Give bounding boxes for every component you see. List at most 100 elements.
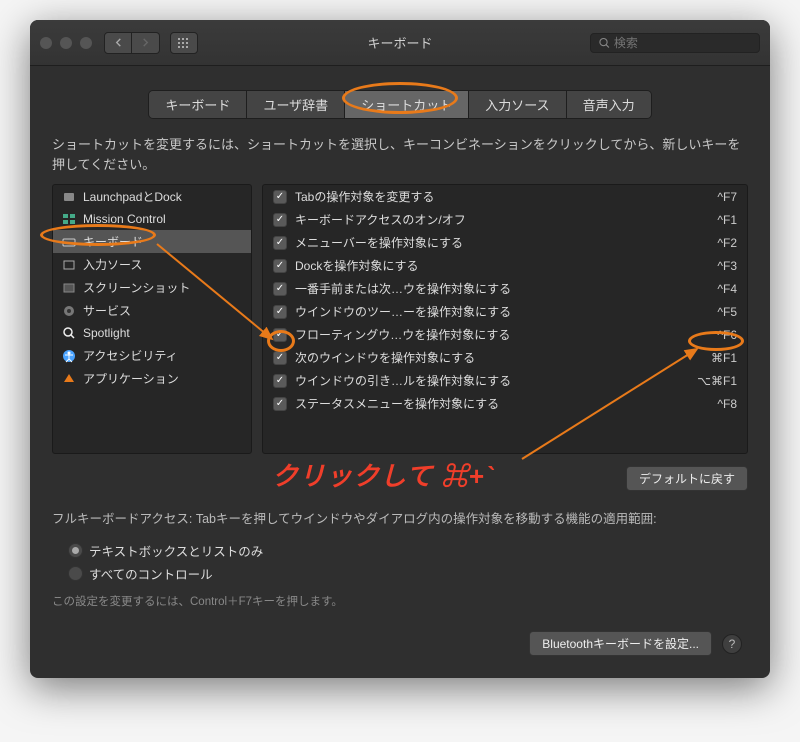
category-5[interactable]: サービス — [53, 299, 251, 322]
checkbox[interactable]: ✓ — [273, 236, 287, 250]
forward-button[interactable] — [132, 32, 160, 54]
category-0[interactable]: LaunchpadとDock — [53, 185, 251, 208]
shortcut-list[interactable]: ✓Tabの操作対象を変更する^F7✓キーボードアクセスのオン/オフ^F1✓メニュ… — [262, 184, 748, 454]
category-label: アクセシビリティ — [83, 347, 178, 364]
input-icon — [61, 257, 77, 273]
shortcut-key[interactable]: ^F6 — [687, 328, 737, 342]
tab-3[interactable]: 入力ソース — [469, 91, 566, 118]
category-1[interactable]: Mission Control — [53, 208, 251, 230]
shortcut-key[interactable]: ^F1 — [687, 213, 737, 227]
radio-label: テキストボックスとリストのみ — [89, 541, 263, 560]
shortcut-row-6[interactable]: ✓ フローティングウ…ウを操作対象にする ^F6 — [263, 323, 747, 346]
help-button[interactable]: ? — [722, 634, 742, 654]
checkbox[interactable]: ✓ — [273, 351, 287, 365]
category-list[interactable]: LaunchpadとDock Mission Control キーボード入力ソースス… — [52, 184, 252, 454]
radio-icon[interactable] — [68, 543, 83, 558]
shortcut-row-2[interactable]: ✓ メニューバーを操作対象にする ^F2 — [263, 231, 747, 254]
rocket-icon — [61, 189, 77, 205]
category-label: アプリケーション — [83, 370, 179, 387]
preferences-window: キーボード キーボードユーザ辞書ショートカット入力ソース音声入力 ショートカット… — [30, 20, 770, 678]
tab-4[interactable]: 音声入力 — [567, 91, 651, 118]
shortcut-label: ステータスメニューを操作対象にする — [295, 395, 679, 412]
show-all-button[interactable] — [170, 32, 198, 54]
category-6[interactable]: Spotlight — [53, 322, 251, 344]
category-7[interactable]: アクセシビリティ — [53, 344, 251, 367]
shortcut-row-9[interactable]: ✓ ステータスメニューを操作対象にする ^F8 — [263, 392, 747, 415]
tab-2[interactable]: ショートカット — [345, 91, 469, 118]
titlebar: キーボード — [30, 20, 770, 66]
shortcut-key[interactable]: ^F3 — [687, 259, 737, 273]
restore-defaults-button[interactable]: デフォルトに戻す — [626, 466, 748, 491]
category-label: Spotlight — [83, 326, 130, 340]
back-button[interactable] — [104, 32, 132, 54]
mc-icon — [61, 211, 77, 227]
radio-option-1[interactable]: すべてのコントロール — [68, 562, 748, 585]
panes: LaunchpadとDock Mission Control キーボード入力ソースス… — [52, 184, 748, 454]
bottom-bar: Bluetoothキーボードを設定... ? — [52, 631, 748, 662]
search-field[interactable] — [590, 33, 760, 53]
keyboard-icon — [61, 234, 77, 250]
segment-tabs: キーボードユーザ辞書ショートカット入力ソース音声入力 — [52, 90, 748, 119]
shortcut-row-3[interactable]: ✓Dockを操作対象にする^F3 — [263, 254, 747, 277]
full-access-text: フルキーボードアクセス: Tabキーを押してウインドウやダイアログ内の操作対象を… — [52, 509, 748, 529]
accessibility-icon — [61, 348, 77, 364]
search-icon — [599, 37, 610, 49]
shortcut-row-4[interactable]: ✓一番手前または次…ウを操作対象にする^F4 — [263, 277, 747, 300]
checkbox[interactable]: ✓ — [273, 397, 287, 411]
checkbox[interactable]: ✓ — [273, 282, 287, 296]
shortcut-row-8[interactable]: ✓ ウインドウの引き…ルを操作対象にする ⌥⌘F1 — [263, 369, 747, 392]
category-8[interactable]: アプリケーション — [53, 367, 251, 390]
shortcut-key[interactable]: ^F8 — [687, 397, 737, 411]
category-label: LaunchpadとDock — [83, 188, 182, 205]
shortcut-key[interactable]: ^F2 — [687, 236, 737, 250]
category-label: キーボード — [83, 233, 143, 250]
shortcut-key[interactable]: ^F5 — [687, 305, 737, 319]
zoom-icon[interactable] — [80, 37, 92, 49]
checkbox[interactable]: ✓ — [273, 259, 287, 273]
minimize-icon[interactable] — [60, 37, 72, 49]
category-3[interactable]: 入力ソース — [53, 253, 251, 276]
shortcut-row-0[interactable]: ✓Tabの操作対象を変更する^F7 — [263, 185, 747, 208]
shortcut-row-7[interactable]: ✓ 次のウインドウを操作対象にする ⌘F1 — [263, 346, 747, 369]
search-input[interactable] — [614, 36, 751, 50]
category-label: スクリーンショット — [83, 279, 190, 296]
tab-0[interactable]: キーボード — [149, 91, 247, 118]
checkbox[interactable]: ✓ — [273, 328, 287, 342]
spotlight-icon — [61, 325, 77, 341]
category-label: Mission Control — [83, 212, 166, 226]
shortcut-key[interactable]: ^F7 — [687, 190, 737, 204]
shortcut-key[interactable]: ^F4 — [687, 282, 737, 296]
fine-print: この設定を変更するには、Control＋F7キーを押します。 — [52, 593, 748, 609]
shortcut-label: ウインドウの引き…ルを操作対象にする — [295, 372, 679, 389]
restore-row: デフォルトに戻す — [52, 466, 748, 491]
instructions-text: ショートカットを変更するには、ショートカットを選択し、キーコンビネーションをクリ… — [52, 135, 748, 174]
shortcut-key[interactable]: ⌥⌘F1 — [687, 374, 737, 388]
radio-label: すべてのコントロール — [89, 564, 213, 583]
shortcut-label: フローティングウ…ウを操作対象にする — [295, 326, 679, 343]
shortcut-label: 次のウインドウを操作対象にする — [295, 349, 679, 366]
checkbox[interactable]: ✓ — [273, 213, 287, 227]
radio-option-0[interactable]: テキストボックスとリストのみ — [68, 539, 748, 562]
radio-icon[interactable] — [68, 566, 83, 581]
shortcut-key[interactable]: ⌘F1 — [687, 351, 737, 365]
shortcut-label: キーボードアクセスのオン/オフ — [295, 211, 679, 228]
category-label: 入力ソース — [83, 256, 142, 273]
category-4[interactable]: スクリーンショット — [53, 276, 251, 299]
checkbox[interactable]: ✓ — [273, 374, 287, 388]
shortcut-row-1[interactable]: ✓ キーボードアクセスのオン/オフ ^F1 — [263, 208, 747, 231]
shortcut-label: メニューバーを操作対象にする — [295, 234, 679, 251]
category-2[interactable]: キーボード — [53, 230, 251, 253]
tab-1[interactable]: ユーザ辞書 — [247, 91, 345, 118]
close-icon[interactable] — [40, 37, 52, 49]
content-area: キーボードユーザ辞書ショートカット入力ソース音声入力 ショートカットを変更するに… — [30, 66, 770, 678]
bluetooth-button[interactable]: Bluetoothキーボードを設定... — [529, 631, 712, 656]
nav-buttons — [104, 32, 160, 54]
gear-icon — [61, 303, 77, 319]
checkbox[interactable]: ✓ — [273, 305, 287, 319]
radio-group: テキストボックスとリストのみすべてのコントロール — [68, 539, 748, 585]
screenshot-icon — [61, 280, 77, 296]
shortcut-row-5[interactable]: ✓ ウインドウのツー…ーを操作対象にする ^F5 — [263, 300, 747, 323]
shortcut-label: ウインドウのツー…ーを操作対象にする — [295, 303, 679, 320]
category-label: サービス — [83, 302, 131, 319]
checkbox[interactable]: ✓ — [273, 190, 287, 204]
